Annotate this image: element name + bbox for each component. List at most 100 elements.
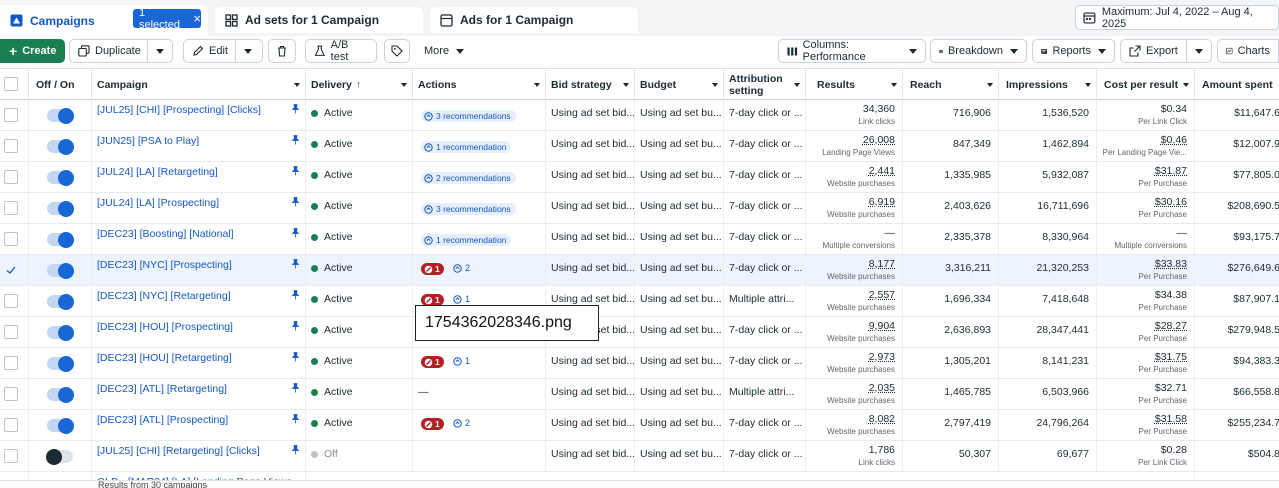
- recommendation-badge[interactable]: 1 recommendation: [421, 141, 511, 153]
- impressions-caret-icon[interactable]: [1085, 83, 1091, 87]
- row-checkbox[interactable]: [4, 108, 18, 122]
- campaign-toggle[interactable]: [47, 450, 73, 463]
- header-select-all[interactable]: [0, 69, 28, 100]
- header-cost-per-result[interactable]: Cost per result: [1096, 69, 1194, 100]
- table-row[interactable]: [DEC23] [ATL] [Retargeting] Active — Usi…: [0, 379, 1279, 410]
- table-row[interactable]: [DEC23] [NYC] [Prospecting] Active 12 Us…: [0, 255, 1279, 286]
- table-row[interactable]: [DEC23] [HOU] [Prospecting] Active Using…: [0, 317, 1279, 348]
- row-select-cell[interactable]: [0, 379, 28, 409]
- row-select-cell[interactable]: [0, 286, 28, 316]
- campaign-name-link[interactable]: [JUN25] [PSA to Play]: [97, 135, 199, 147]
- table-row[interactable]: [JUL25] [CHI] [Retargeting] [Clicks] Off…: [0, 441, 1279, 472]
- campaign-name-link[interactable]: [DEC23] [HOU] [Prospecting]: [97, 321, 233, 333]
- campaign-name-link[interactable]: [DEC23] [ATL] [Retargeting]: [97, 383, 227, 395]
- pin-icon[interactable]: [291, 165, 300, 177]
- row-checkbox[interactable]: [4, 232, 18, 246]
- recommendation-count[interactable]: 1: [453, 294, 470, 304]
- row-select-cell[interactable]: [0, 131, 28, 161]
- campaign-name-link[interactable]: [JUL25] [CHI] [Prospecting] [Clicks]: [97, 104, 261, 116]
- table-row[interactable]: [JUL24] [LA] [Prospecting] Active 3 reco…: [0, 193, 1279, 224]
- header-impressions[interactable]: Impressions: [998, 69, 1096, 100]
- row-checkbox[interactable]: [4, 294, 18, 308]
- clear-selection-icon[interactable]: ×: [193, 11, 201, 26]
- pin-icon[interactable]: [291, 258, 300, 270]
- table-row[interactable]: [JUL24] [LA] [Retargeting] Active 2 reco…: [0, 162, 1279, 193]
- charts-button[interactable]: Charts: [1217, 39, 1279, 63]
- pin-icon[interactable]: [291, 351, 300, 363]
- edit-button[interactable]: Edit: [183, 39, 263, 63]
- pin-icon[interactable]: [291, 444, 300, 456]
- reach-caret-icon[interactable]: [987, 83, 993, 87]
- selected-chip[interactable]: 1 selected ×: [133, 9, 201, 28]
- recommendation-badge[interactable]: 3 recommendations: [421, 110, 516, 122]
- bid-caret-icon[interactable]: [623, 83, 629, 87]
- recommendation-badge[interactable]: 1 recommendation: [421, 234, 511, 246]
- pin-icon[interactable]: [291, 382, 300, 394]
- issue-badge[interactable]: 1: [421, 418, 444, 430]
- campaign-sort-caret-icon[interactable]: [294, 83, 300, 87]
- campaign-name-link[interactable]: [DEC23] [NYC] [Retargeting]: [97, 290, 231, 302]
- tab-campaigns[interactable]: Campaigns 1 selected ×: [0, 5, 208, 36]
- breakdown-button[interactable]: Breakdown: [930, 39, 1027, 63]
- row-select-cell[interactable]: [0, 410, 28, 440]
- row-select-cell[interactable]: [0, 100, 28, 130]
- row-select-cell[interactable]: [0, 255, 28, 285]
- tab-ads[interactable]: Ads for 1 Campaign: [430, 7, 638, 33]
- export-dropdown-icon[interactable]: [1195, 49, 1203, 54]
- select-all-checkbox[interactable]: [4, 77, 18, 91]
- issue-badge[interactable]: 1: [421, 263, 444, 275]
- reports-button[interactable]: Reports: [1032, 39, 1115, 63]
- campaign-toggle[interactable]: [47, 171, 73, 184]
- row-select-cell[interactable]: [0, 193, 28, 223]
- campaign-toggle[interactable]: [47, 140, 73, 153]
- recommendation-count[interactable]: 2: [453, 263, 470, 273]
- row-checkbox[interactable]: [4, 449, 18, 463]
- delete-button[interactable]: [268, 39, 296, 63]
- cpr-caret-icon[interactable]: [1183, 83, 1189, 87]
- attribution-caret-icon[interactable]: [794, 83, 800, 87]
- pin-icon[interactable]: [291, 320, 300, 332]
- campaign-toggle[interactable]: [47, 388, 73, 401]
- header-reach[interactable]: Reach: [902, 69, 998, 100]
- ab-test-button[interactable]: A/B test: [305, 39, 377, 63]
- row-select-cell[interactable]: [0, 317, 28, 347]
- campaign-name-link[interactable]: [DEC23] [NYC] [Prospecting]: [97, 259, 232, 271]
- duplicate-button[interactable]: Duplicate: [69, 39, 173, 63]
- recommendation-count[interactable]: 1: [453, 356, 470, 366]
- pin-icon[interactable]: [291, 413, 300, 425]
- tab-adsets[interactable]: Ad sets for 1 Campaign: [215, 7, 423, 33]
- campaign-name-link[interactable]: [DEC23] [HOU] [Retargeting]: [97, 352, 232, 364]
- pin-icon[interactable]: [291, 196, 300, 208]
- row-select-cell[interactable]: [0, 224, 28, 254]
- campaign-toggle[interactable]: [47, 357, 73, 370]
- campaign-name-link[interactable]: [JUL25] [CHI] [Retargeting] [Clicks]: [97, 445, 260, 457]
- campaign-toggle[interactable]: [47, 109, 73, 122]
- row-checkbox[interactable]: [4, 139, 18, 153]
- pin-icon[interactable]: [291, 289, 300, 301]
- header-campaign[interactable]: Campaign: [91, 69, 305, 100]
- campaign-toggle[interactable]: [47, 326, 73, 339]
- table-row[interactable]: [DEC23] [HOU] [Retargeting] Active 11 Us…: [0, 348, 1279, 379]
- create-button[interactable]: + Create: [0, 39, 65, 63]
- header-actions[interactable]: Actions: [412, 69, 545, 100]
- row-select-cell[interactable]: [0, 162, 28, 192]
- campaign-name-link[interactable]: [JUL24] [LA] [Retargeting]: [97, 166, 218, 178]
- issue-badge[interactable]: 1: [421, 356, 444, 368]
- table-row[interactable]: [JUN25] [PSA to Play] Active 1 recommend…: [0, 131, 1279, 162]
- results-caret-icon[interactable]: [891, 83, 897, 87]
- delivery-sort-caret-icon[interactable]: [401, 83, 407, 87]
- table-row[interactable]: [DEC23] [NYC] [Retargeting] Active 11 Us…: [0, 286, 1279, 317]
- campaign-toggle[interactable]: [47, 295, 73, 308]
- recommendation-badge[interactable]: 2 recommendations: [421, 172, 516, 184]
- budget-caret-icon[interactable]: [712, 83, 718, 87]
- row-checkbox[interactable]: [4, 201, 18, 215]
- pin-icon[interactable]: [291, 227, 300, 239]
- table-row[interactable]: [DEC23] [Boosting] [National] Active 1 r…: [0, 224, 1279, 255]
- checkmark-icon[interactable]: [4, 263, 18, 277]
- pin-icon[interactable]: [291, 103, 300, 115]
- row-select-cell[interactable]: [0, 348, 28, 378]
- tag-button[interactable]: [384, 39, 410, 63]
- row-checkbox[interactable]: [4, 418, 18, 432]
- columns-button[interactable]: Columns: Performance: [778, 39, 926, 63]
- header-attribution[interactable]: Attribution setting: [723, 69, 805, 100]
